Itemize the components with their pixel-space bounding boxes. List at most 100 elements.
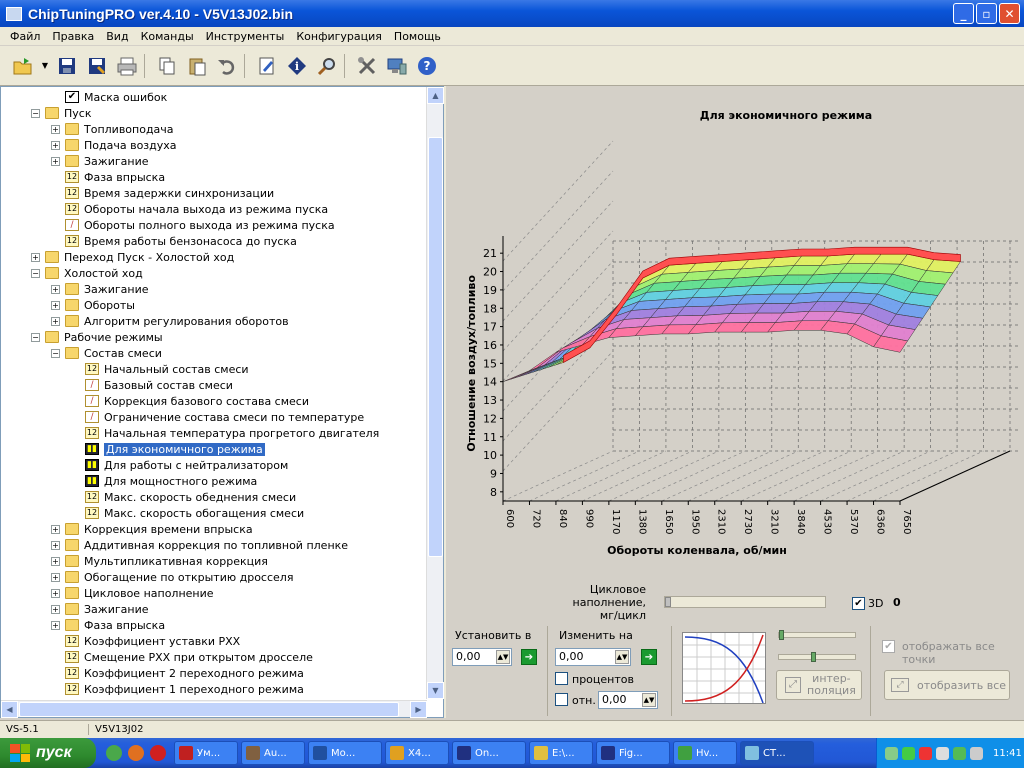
edit-icon[interactable] [254, 53, 280, 79]
taskbar-button[interactable]: E:\... [529, 741, 593, 765]
tree-item[interactable]: + Зажигание [51, 281, 148, 297]
taskbar-button[interactable]: On... [452, 741, 526, 765]
expand-icon[interactable]: + [51, 588, 60, 598]
tree-item[interactable]: + Мультипликативная коррекция [51, 553, 268, 569]
menu-view[interactable]: Вид [100, 30, 134, 43]
relative-value-input[interactable]: 0,00 ▲▼ [598, 691, 658, 709]
open-icon[interactable] [10, 53, 36, 79]
paste-icon[interactable] [184, 53, 210, 79]
expand-icon[interactable]: + [51, 156, 60, 166]
tree-item[interactable]: 12 Начальный состав смеси [71, 361, 249, 377]
tray-update-icon[interactable] [902, 746, 915, 760]
collapse-icon[interactable]: − [31, 108, 40, 118]
tree-item[interactable]: ∕ Коррекция базового состава смеси [71, 393, 309, 409]
tree-item[interactable]: + Зажигание [51, 601, 148, 617]
expand-icon[interactable]: + [31, 252, 40, 262]
tree-item[interactable]: − Состав смеси [51, 345, 162, 361]
tree-item[interactable]: 12 Обороты начала выхода из режима пуска [51, 201, 328, 217]
z-slider-thumb[interactable] [665, 597, 671, 607]
3d-checkbox[interactable]: ✔ [852, 597, 865, 610]
tree-item[interactable]: − Рабочие режимы [31, 329, 163, 345]
menu-file[interactable]: Файл [4, 30, 46, 43]
change-spinner[interactable]: ▲▼ [615, 650, 629, 664]
tray-volume-icon[interactable] [936, 746, 949, 760]
tree-item[interactable]: − Пуск [31, 105, 91, 121]
set-spinner[interactable]: ▲▼ [496, 650, 510, 664]
menu-help[interactable]: Помощь [388, 30, 447, 43]
change-apply-button[interactable]: ➔ [641, 649, 657, 665]
expand-icon[interactable]: + [51, 572, 60, 582]
save-icon[interactable] [54, 53, 80, 79]
set-value-input[interactable]: 0,00 ▲▼ [452, 648, 512, 666]
tree-item[interactable]: 12 Макс. скорость обеднения смеси [71, 489, 296, 505]
tree-item[interactable]: 12 Макс. скорость обогащения смеси [71, 505, 304, 521]
tree-item[interactable]: + Фаза впрыска [51, 617, 165, 633]
z-slider[interactable] [664, 596, 826, 608]
opera-icon[interactable] [150, 745, 166, 761]
expand-icon[interactable]: + [51, 540, 60, 550]
undo-icon[interactable] [214, 53, 240, 79]
tree-item[interactable]: 12 Коэффициент 2 переходного режима [51, 665, 304, 681]
tree-item[interactable]: ∕ Базовый состав смеси [71, 377, 233, 393]
menu-commands[interactable]: Команды [135, 30, 200, 43]
percent-checkbox[interactable] [555, 672, 568, 685]
tree-item[interactable]: ▮▮ Для работы с нейтрализатором [71, 457, 288, 473]
expand-icon[interactable]: + [51, 140, 60, 150]
menu-edit[interactable]: Правка [46, 30, 100, 43]
taskbar-button[interactable]: Au... [241, 741, 305, 765]
collapse-icon[interactable]: − [31, 332, 40, 342]
firefox-icon[interactable] [128, 745, 144, 761]
tree-item[interactable]: 12 Коэффициент уставки РХХ [51, 633, 240, 649]
tree-item[interactable]: + Коррекция времени впрыска [51, 521, 253, 537]
torrent-icon[interactable] [106, 745, 122, 761]
tree-item[interactable]: + Переход Пуск - Холостой ход [31, 249, 234, 265]
close-button[interactable]: ✕ [999, 3, 1020, 24]
expand-icon[interactable]: + [51, 316, 60, 326]
scroll-left-arrow-icon[interactable]: ◀ [1, 701, 18, 718]
tree-horizontal-scrollbar[interactable]: ◀ ▶ [1, 700, 427, 718]
tree-item[interactable]: + Алгоритм регулирования оборотов [51, 313, 289, 329]
tree-item[interactable]: 12 Коэффициент 1 переходного режима [51, 681, 304, 697]
tree-item[interactable]: − Холостой ход [31, 265, 143, 281]
tree-item[interactable]: + Подача воздуха [51, 137, 177, 153]
interp-slider-1[interactable] [778, 630, 856, 640]
expand-icon[interactable]: + [51, 284, 60, 294]
dropdown-arrow-icon[interactable]: ▼ [40, 53, 50, 79]
tree-item[interactable]: 12 Фаза впрыска [51, 169, 165, 185]
scroll-right-arrow-icon[interactable]: ▶ [410, 701, 427, 718]
tree-item[interactable]: ▮▮ Для мощностного режима [71, 473, 257, 489]
show-all-button[interactable]: ⤢ отобразить все [884, 670, 1010, 700]
save-as-icon[interactable] [84, 53, 110, 79]
minimize-button[interactable]: _ [953, 3, 974, 24]
tree-item[interactable]: + Обороты [51, 297, 135, 313]
collapse-icon[interactable]: − [31, 268, 40, 278]
relative-checkbox[interactable] [555, 693, 568, 706]
tree-vertical-scrollbar[interactable]: ▲ ▼ [426, 87, 444, 699]
tree-item[interactable]: ∕ Обороты полного выхода из режима пуска [51, 217, 335, 233]
taskbar-button[interactable]: СТ... [740, 741, 814, 765]
taskbar-button[interactable]: Fig... [596, 741, 670, 765]
search-icon[interactable] [314, 53, 340, 79]
tray-network-icon[interactable] [885, 746, 898, 760]
interpolation-button[interactable]: ⤢ интер- поляция [776, 670, 862, 700]
relative-spinner[interactable]: ▲▼ [642, 693, 656, 707]
tree-item[interactable]: + Обогащение по открытию дросселя [51, 569, 293, 585]
scroll-up-arrow-icon[interactable]: ▲ [427, 87, 444, 104]
taskbar-button[interactable]: Х4... [385, 741, 449, 765]
scroll-thumb[interactable] [428, 137, 443, 557]
collapse-icon[interactable]: − [51, 348, 60, 358]
tools-icon[interactable] [354, 53, 380, 79]
expand-icon[interactable]: + [51, 124, 60, 134]
maximize-button[interactable]: ▫ [976, 3, 997, 24]
interp-slider-2[interactable] [778, 652, 856, 662]
set-apply-button[interactable]: ➔ [521, 649, 537, 665]
start-button[interactable]: пуск [0, 738, 96, 768]
hscroll-thumb[interactable] [19, 702, 399, 717]
tree-item[interactable]: + Топливоподача [51, 121, 174, 137]
tree-item[interactable]: ▮▮ Для экономичного режима [71, 441, 265, 457]
tree-item[interactable]: 12 Время задержки синхронизации [51, 185, 274, 201]
print-icon[interactable] [114, 53, 140, 79]
tree-item[interactable]: ∕ Ограничение состава смеси по температур… [71, 409, 364, 425]
expand-icon[interactable]: + [51, 620, 60, 630]
expand-icon[interactable]: + [51, 556, 60, 566]
